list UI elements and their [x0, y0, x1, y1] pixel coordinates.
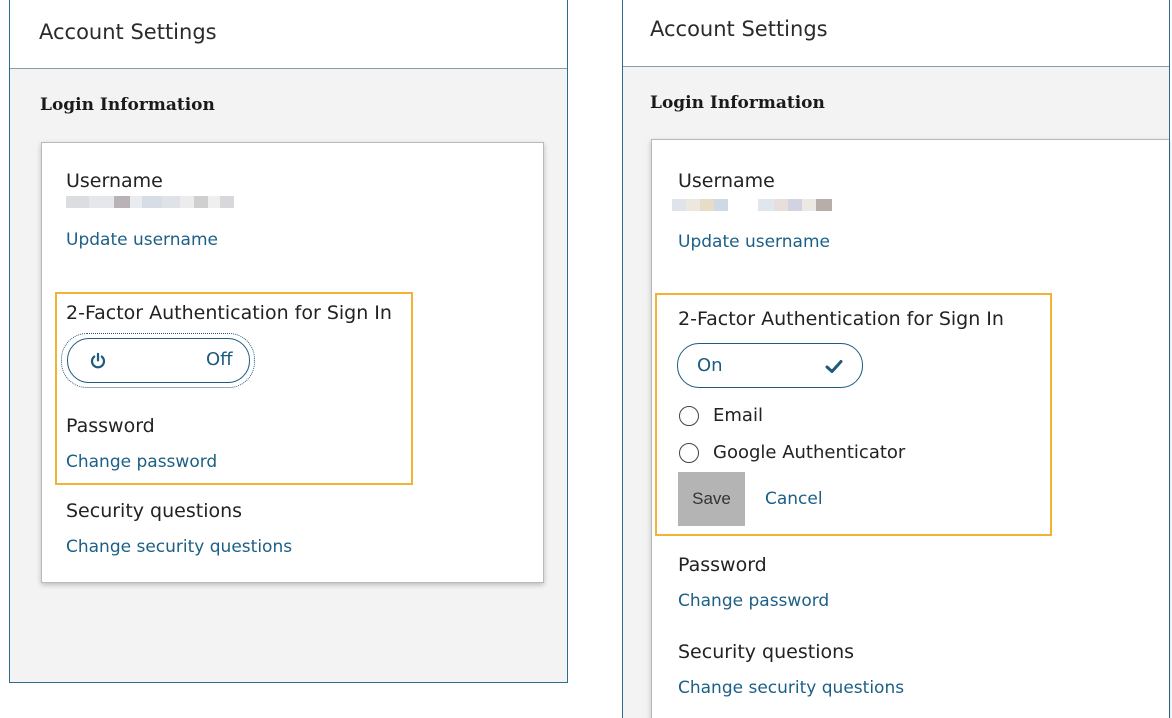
- login-information-card: Username Update username 2-Factor Authen…: [41, 142, 544, 583]
- tfa-label: 2-Factor Authentication for Sign In: [66, 302, 392, 324]
- cancel-link[interactable]: Cancel: [765, 489, 823, 509]
- power-icon: [90, 352, 106, 369]
- security-questions-label: Security questions: [678, 641, 855, 663]
- tfa-toggle-switch[interactable]: Off: [67, 338, 250, 383]
- save-button[interactable]: Save: [678, 472, 745, 526]
- change-security-questions-link[interactable]: Change security questions: [678, 678, 904, 698]
- page-title: Account Settings: [39, 20, 217, 44]
- username-label: Username: [66, 170, 163, 192]
- option-email-label: Email: [713, 405, 763, 426]
- panel-header: Account Settings: [10, 0, 567, 69]
- security-questions-label: Security questions: [66, 500, 243, 522]
- checkmark-icon: [825, 360, 843, 373]
- toggle-state-label: Off: [206, 349, 233, 370]
- panel-header: Account Settings: [623, 0, 1169, 67]
- option-google-authenticator-label: Google Authenticator: [713, 442, 906, 463]
- change-password-link[interactable]: Change password: [678, 591, 829, 611]
- tfa-toggle-switch[interactable]: On: [677, 343, 863, 388]
- section-title: Login Information: [40, 95, 215, 115]
- radio-google-authenticator[interactable]: [679, 443, 699, 463]
- toggle-state-label: On: [697, 355, 723, 376]
- account-settings-panel-after: Account Settings Login Information Usern…: [622, 0, 1170, 718]
- account-settings-panel-before: Account Settings Login Information Usern…: [9, 0, 568, 683]
- username-value-redacted: [66, 196, 234, 208]
- password-label: Password: [66, 415, 155, 437]
- change-security-questions-link[interactable]: Change security questions: [66, 537, 292, 557]
- update-username-link[interactable]: Update username: [678, 232, 830, 252]
- radio-email[interactable]: [679, 406, 699, 426]
- username-label: Username: [678, 170, 775, 192]
- page-title: Account Settings: [650, 17, 828, 41]
- section-title: Login Information: [650, 93, 825, 113]
- username-value-redacted: [672, 199, 832, 211]
- password-label: Password: [678, 554, 767, 576]
- update-username-link[interactable]: Update username: [66, 230, 218, 250]
- login-information-card: Username Update username 2-Factor Authen…: [651, 139, 1169, 718]
- tfa-label: 2-Factor Authentication for Sign In: [678, 308, 1004, 330]
- change-password-link[interactable]: Change password: [66, 452, 217, 472]
